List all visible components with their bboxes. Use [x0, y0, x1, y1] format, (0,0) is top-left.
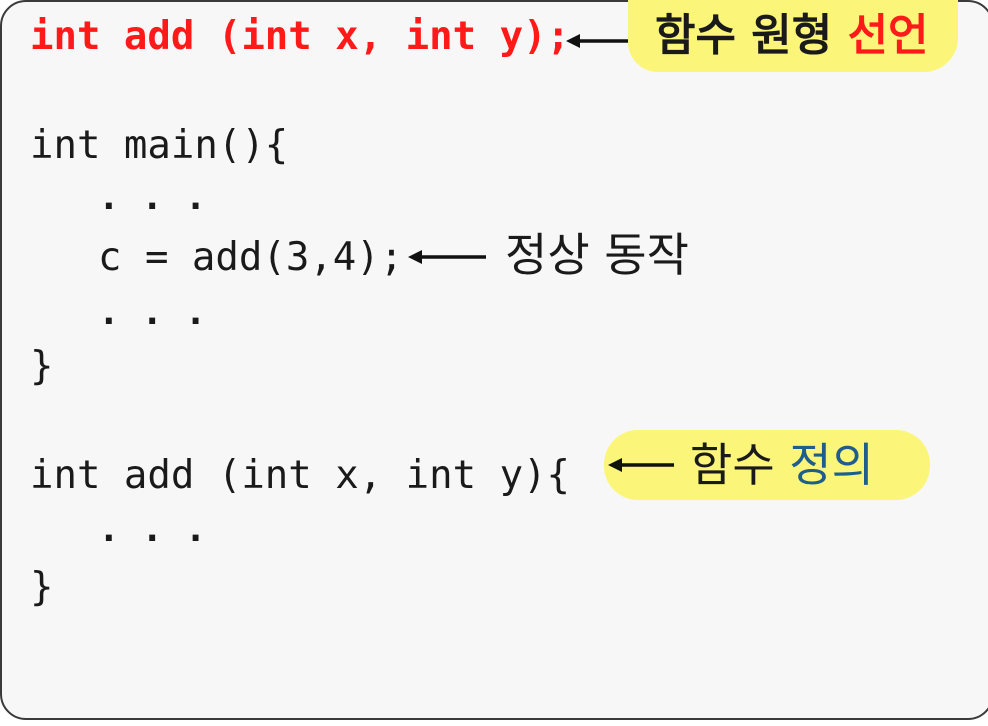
definition-open-line: int add (int x, int y){ [30, 453, 571, 498]
ellipsis-1: . . . [98, 177, 207, 218]
ellipsis-2: . . . [98, 292, 207, 333]
arrow-left-icon [608, 458, 674, 472]
main-close-line: } [30, 344, 54, 389]
code-panel [0, 0, 988, 720]
definition-close-line: } [30, 565, 54, 610]
call-label: 정상 동작 [505, 228, 689, 282]
definition-label-accent: 정의 [789, 438, 874, 492]
prototype-label-accent: 선언 [847, 10, 929, 61]
definition-label-main: 함수 [690, 438, 775, 492]
call-line: c = add(3,4); [98, 235, 404, 280]
prototype-declaration-line: int add (int x, int y); [30, 14, 571, 59]
main-open-line: int main(){ [30, 123, 289, 168]
prototype-label: 함수 원형 선언 [655, 14, 929, 58]
arrow-left-icon [408, 250, 486, 264]
ellipsis-3: . . . [98, 509, 207, 550]
definition-label: 함수 정의 [690, 442, 874, 488]
prototype-label-main: 함수 원형 [655, 10, 833, 61]
